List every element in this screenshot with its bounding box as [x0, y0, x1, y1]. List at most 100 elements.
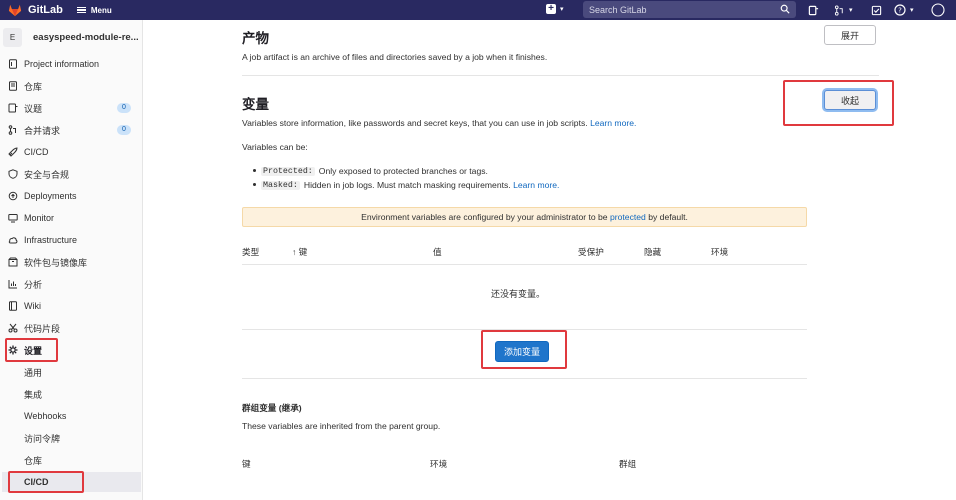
chevron-down-icon: ▾	[910, 7, 914, 14]
sidebar-item-project-information[interactable]: Project information	[0, 54, 141, 74]
gear-icon	[8, 345, 18, 355]
sidebar-item-label: 安全与合规	[24, 169, 70, 180]
todos-nav[interactable]	[871, 3, 882, 17]
section-divider	[242, 75, 879, 76]
issue-icon	[808, 5, 819, 15]
protected-variables-alert: Environment variables are configured by …	[242, 207, 807, 227]
monitor-icon	[8, 213, 18, 223]
sidebar-item-deployments[interactable]: Deployments	[0, 186, 141, 206]
masked-learn-more-link[interactable]: Learn more.	[513, 180, 559, 190]
user-avatar-nav[interactable]	[931, 3, 945, 17]
table-header-divider	[242, 264, 807, 265]
settings-sub-webhooks[interactable]: Webhooks	[0, 406, 141, 426]
issues-nav-icon[interactable]	[808, 3, 819, 17]
help-nav[interactable]: ? ▾	[894, 3, 914, 17]
column-header-value: 值	[433, 247, 442, 257]
chart-icon	[8, 279, 18, 289]
settings-sub-ci-cd[interactable]: CI/CD	[2, 472, 141, 492]
sidebar-item-label: 分析	[24, 279, 43, 290]
settings-sub-repository[interactable]: 仓库	[0, 450, 141, 470]
help-icon: ?	[894, 4, 906, 16]
merge-requests-nav[interactable]: ▾	[834, 3, 853, 17]
gitlab-logo[interactable]: GitLab	[8, 0, 63, 20]
artifacts-title: 产物	[242, 31, 269, 46]
rocket-icon	[8, 147, 18, 157]
sidebar-item-label: 议题	[24, 103, 43, 114]
sidebar-item-label: 仓库	[24, 81, 43, 92]
chevron-down-icon: ▾	[849, 7, 853, 14]
settings-sub-access-tokens[interactable]: 访问令牌	[0, 428, 141, 448]
sidebar-item-label: Deployments	[24, 191, 77, 201]
sidebar-item-label: 设置	[24, 345, 43, 356]
project-header[interactable]: E easyspeed-module-re...	[0, 20, 142, 54]
sidebar-item-infrastructure[interactable]: Infrastructure	[0, 230, 141, 250]
search-input[interactable]	[589, 4, 769, 15]
sidebar-item-analytics[interactable]: 分析	[0, 274, 141, 294]
shield-icon	[8, 169, 18, 179]
sidebar-item-repository[interactable]: 仓库	[0, 76, 141, 96]
project-name: easyspeed-module-re...	[33, 31, 139, 43]
variables-title: 变量	[242, 97, 269, 112]
chevron-down-icon: ▾	[560, 6, 564, 13]
issues-count-badge: 0	[117, 103, 131, 113]
svg-text:?: ?	[898, 7, 902, 15]
sidebar-item-security[interactable]: 安全与合规	[0, 164, 141, 184]
sidebar-item-packages[interactable]: 软件包与镜像库	[0, 252, 141, 272]
menu-label: Menu	[90, 5, 112, 15]
collapse-variables-button[interactable]: 收起	[824, 90, 876, 110]
artifacts-description: A job artifact is an archive of files an…	[242, 52, 548, 62]
variables-can-be-label: Variables can be:	[242, 142, 308, 152]
column-header-type: 类型	[242, 247, 260, 257]
sidebar-item-label: 代码片段	[24, 323, 61, 334]
todo-icon	[871, 5, 882, 15]
sidebar-item-monitor[interactable]: Monitor	[0, 208, 141, 228]
new-dropdown-button[interactable]: + ▾	[546, 4, 564, 14]
gitlab-tanuki-icon	[8, 4, 22, 17]
variables-description-text: Variables store information, like passwo…	[242, 118, 588, 128]
issues-icon	[8, 103, 18, 113]
bullet-masked: Masked: Hidden in job logs. Must match m…	[253, 180, 559, 190]
alert-protected-link[interactable]: protected	[610, 212, 646, 222]
column-header-masked: 隐藏	[644, 247, 662, 257]
section-divider	[242, 378, 807, 379]
sidebar-item-label: Infrastructure	[24, 235, 78, 245]
group-column-header-key: 键	[242, 459, 251, 469]
main-content: 产物 A job artifact is an archive of files…	[143, 20, 956, 500]
sidebar-item-merge-requests[interactable]: 合并请求 0	[0, 120, 141, 140]
search-box[interactable]	[583, 1, 796, 18]
menu-button[interactable]: Menu	[76, 5, 112, 15]
group-variables-title: 群组变量 (继承)	[242, 403, 302, 413]
masked-code: Masked:	[261, 180, 300, 190]
protected-text: Only exposed to protected branches or ta…	[318, 166, 488, 176]
bullet-dot	[253, 183, 256, 186]
settings-sub-integrations[interactable]: 集成	[0, 384, 141, 404]
group-column-header-environment: 环境	[430, 459, 448, 469]
empty-variables-message: 还没有变量。	[491, 289, 546, 299]
sidebar-item-issues[interactable]: 议题 0	[0, 98, 141, 118]
alert-text-pre: Environment variables are configured by …	[361, 212, 608, 222]
cloud-icon	[8, 235, 18, 245]
add-variable-button[interactable]: 添加变量	[495, 341, 549, 362]
plus-square-icon: +	[546, 4, 556, 14]
variables-learn-more-link[interactable]: Learn more.	[590, 118, 636, 128]
sidebar-item-label: 软件包与镜像库	[24, 257, 88, 268]
settings-sub-general[interactable]: 通用	[0, 362, 141, 382]
column-header-environment: 环境	[711, 247, 729, 257]
avatar-icon	[931, 3, 945, 17]
search-icon	[780, 4, 790, 14]
sidebar-item-settings[interactable]: 设置	[0, 340, 141, 360]
snippet-icon	[8, 323, 18, 333]
expand-artifacts-button[interactable]: 展开	[824, 25, 876, 45]
bullet-protected: Protected: Only exposed to protected bra…	[253, 166, 488, 176]
merge-request-icon	[834, 4, 843, 16]
sidebar-item-wiki[interactable]: Wiki	[0, 296, 141, 316]
table-footer-divider	[242, 329, 807, 330]
sidebar: E easyspeed-module-re... Project informa…	[0, 20, 143, 500]
masked-text: Hidden in job logs. Must match masking r…	[303, 180, 511, 190]
sidebar-item-label: CI/CD	[24, 147, 49, 157]
column-header-key[interactable]: ↑ 键	[292, 246, 307, 258]
sidebar-item-snippets[interactable]: 代码片段	[0, 318, 141, 338]
sidebar-item-ci-cd[interactable]: CI/CD	[0, 142, 141, 162]
sidebar-item-label: 合并请求	[24, 125, 61, 136]
merge-request-icon	[8, 125, 18, 135]
